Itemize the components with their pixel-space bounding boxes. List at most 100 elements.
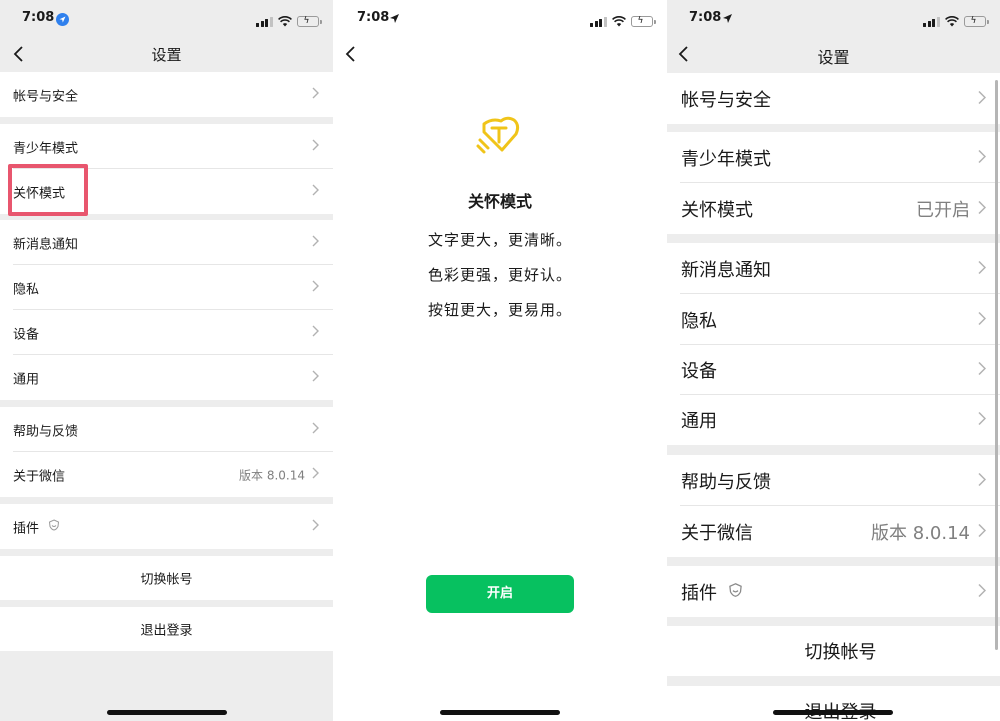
- row-devices[interactable]: 设备: [667, 345, 1000, 395]
- home-indicator: [440, 710, 560, 715]
- chevron-right-icon: [312, 325, 319, 341]
- row-label: 关于微信: [13, 469, 66, 484]
- chevron-right-icon: [978, 360, 987, 381]
- battery-charging-icon: ϟ: [296, 16, 322, 27]
- row-privacy[interactable]: 隐私: [667, 294, 1000, 345]
- chevron-right-icon: [978, 258, 987, 279]
- battery-charging-icon: ϟ: [963, 16, 989, 27]
- cellular-signal-icon: [590, 16, 607, 27]
- care-mode-status: 已开启: [916, 199, 970, 221]
- status-time: 7:08: [689, 10, 722, 25]
- row-label: 帮助与反馈: [13, 424, 79, 439]
- location-arrow-icon: [722, 13, 733, 24]
- row-label: 新消息通知: [13, 237, 79, 252]
- nav-bar: 设置: [667, 36, 1000, 72]
- row-label: 插件: [681, 582, 717, 604]
- version-value: 版本 8.0.14: [871, 522, 970, 544]
- row-devices[interactable]: 设备: [0, 310, 333, 355]
- row-label: 关怀模式: [681, 199, 753, 221]
- wifi-icon: [611, 12, 626, 31]
- row-label: 帮助与反馈: [681, 471, 771, 493]
- chevron-right-icon: [978, 147, 987, 168]
- wifi-icon: [944, 12, 959, 31]
- row-label: 关于微信: [681, 522, 753, 544]
- switch-account-button[interactable]: 切换帐号: [0, 556, 333, 600]
- row-label: 帐号与安全: [681, 89, 771, 111]
- row-label: 设备: [681, 361, 717, 382]
- home-indicator: [773, 710, 893, 715]
- care-feature-line: 色彩更强，更好认。: [427, 266, 572, 284]
- status-time: 7:08: [357, 10, 390, 25]
- location-arrow-icon: [56, 13, 69, 26]
- settings-screen-after: 7:08 ϟ 设置 帐号与安全 青少年模式 关怀模式 已开启 新消息通知 隐私: [667, 0, 1000, 721]
- logout-button[interactable]: 退出登录: [0, 607, 333, 651]
- row-plugins[interactable]: 插件: [667, 566, 1000, 617]
- row-help-feedback[interactable]: 帮助与反馈: [667, 455, 1000, 506]
- row-label: 插件: [13, 521, 40, 536]
- cellular-signal-icon: [256, 16, 273, 27]
- row-label: 新消息通知: [681, 259, 771, 281]
- enable-button[interactable]: 开启: [426, 575, 574, 613]
- chevron-right-icon: [978, 198, 987, 219]
- shield-face-icon: [728, 581, 743, 602]
- switch-account-button[interactable]: 切换帐号: [667, 626, 1000, 676]
- row-youth-mode[interactable]: 青少年模式: [667, 132, 1000, 183]
- location-arrow-icon: [389, 13, 400, 24]
- button-label: 切换帐号: [804, 642, 877, 663]
- chevron-right-icon: [312, 87, 319, 103]
- chevron-right-icon: [312, 422, 319, 438]
- row-youth-mode[interactable]: 青少年模式: [0, 124, 333, 169]
- chevron-right-icon: [978, 309, 987, 330]
- status-bar: 7:08 ϟ: [667, 0, 1000, 36]
- chevron-right-icon: [312, 280, 319, 296]
- row-notifications[interactable]: 新消息通知: [0, 220, 333, 265]
- care-feature-line: 文字更大，更清晰。: [427, 231, 572, 249]
- chevron-right-icon: [978, 410, 987, 431]
- chevron-right-icon: [978, 88, 987, 109]
- row-account-security[interactable]: 帐号与安全: [667, 73, 1000, 124]
- chevron-right-icon: [978, 521, 987, 542]
- row-general[interactable]: 通用: [0, 355, 333, 400]
- care-mode-title: 关怀模式: [467, 192, 532, 211]
- row-care-mode[interactable]: 关怀模式 已开启: [667, 183, 1000, 234]
- status-bar: 7:08 ϟ: [334, 0, 666, 36]
- row-help-feedback[interactable]: 帮助与反馈: [0, 407, 333, 452]
- care-feature-line: 按钮更大，更易用。: [427, 301, 572, 319]
- row-about[interactable]: 关于微信 版本 8.0.14: [0, 452, 333, 497]
- button-label: 切换帐号: [140, 572, 193, 588]
- logout-button[interactable]: 退出登录: [667, 686, 1000, 721]
- row-label: 通用: [681, 411, 717, 432]
- button-label: 退出登录: [140, 623, 193, 639]
- chevron-right-icon: [312, 370, 319, 386]
- highlight-box: [8, 164, 88, 216]
- status-time: 7:08: [22, 10, 55, 25]
- wifi-icon: [277, 12, 292, 31]
- row-about[interactable]: 关于微信 版本 8.0.14: [667, 506, 1000, 557]
- chevron-right-icon: [312, 139, 319, 155]
- version-value: 版本 8.0.14: [239, 468, 305, 482]
- chevron-left-icon[interactable]: [344, 44, 358, 64]
- shield-face-icon: [48, 518, 60, 535]
- heart-hand-icon: [474, 110, 526, 162]
- page-title: 设置: [817, 48, 850, 67]
- chevron-right-icon: [312, 235, 319, 251]
- row-label: 隐私: [13, 282, 40, 297]
- care-mode-intro-screen: 7:08 ϟ 关怀模式 文字更大，更清晰。 色彩更强，更好认。 按钮更大，更易用…: [334, 0, 666, 721]
- row-label: 青少年模式: [681, 148, 771, 170]
- row-general[interactable]: 通用: [667, 395, 1000, 445]
- chevron-right-icon: [978, 581, 987, 602]
- chevron-right-icon: [312, 467, 319, 483]
- row-privacy[interactable]: 隐私: [0, 265, 333, 310]
- chevron-right-icon: [312, 184, 319, 200]
- settings-screen-before: 7:08 ϟ 设置 帐号与安全 青少年模式 关怀模式 新消息通知 隐私 设备 通…: [0, 0, 333, 721]
- nav-bar: [334, 36, 666, 72]
- page-title: 设置: [151, 46, 182, 64]
- home-indicator: [107, 710, 227, 715]
- row-notifications[interactable]: 新消息通知: [667, 243, 1000, 294]
- cellular-signal-icon: [923, 16, 940, 27]
- nav-bar: 设置: [0, 36, 333, 72]
- row-account-security[interactable]: 帐号与安全: [0, 72, 333, 117]
- scrollbar[interactable]: [995, 80, 998, 650]
- row-label: 帐号与安全: [13, 89, 79, 104]
- row-plugins[interactable]: 插件: [0, 504, 333, 549]
